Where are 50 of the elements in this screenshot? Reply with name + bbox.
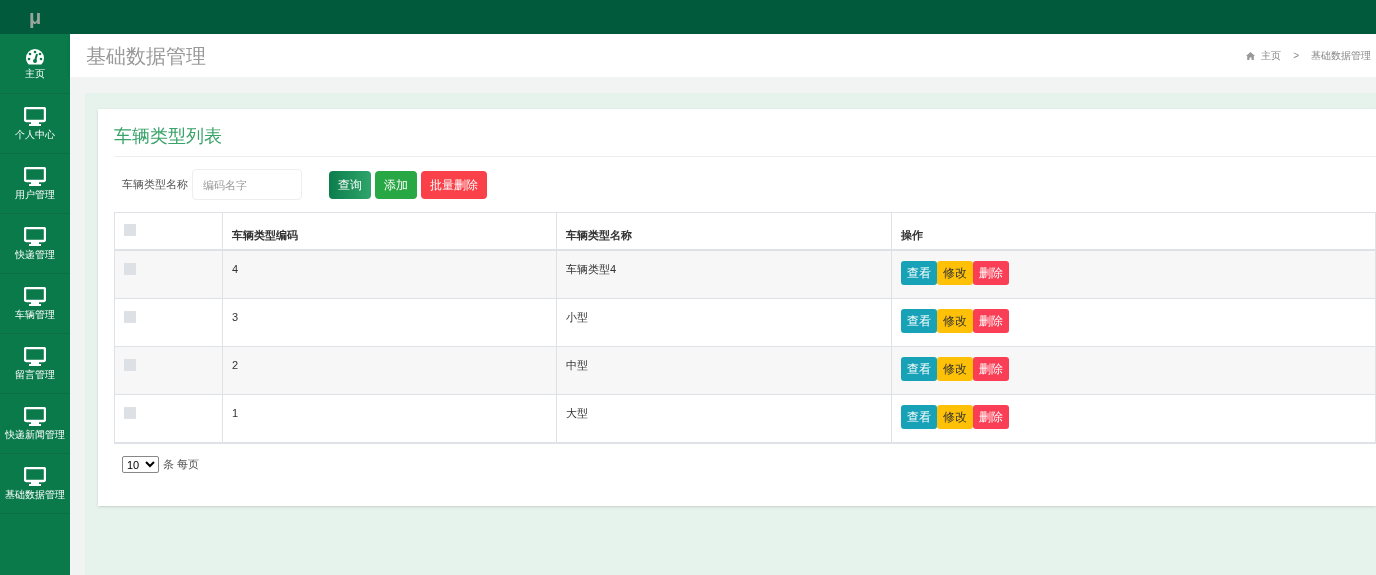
monitor-icon — [24, 107, 46, 127]
view-button[interactable]: 查看 — [901, 405, 937, 429]
add-button[interactable]: 添加 — [375, 170, 417, 199]
delete-button[interactable]: 删除 — [973, 261, 1009, 285]
search-field[interactable]: 编码名字 — [192, 169, 302, 200]
monitor-icon — [24, 227, 46, 247]
table-cell: 车辆类型4 — [566, 263, 617, 275]
checkbox[interactable] — [124, 359, 136, 371]
view-button[interactable]: 查看 — [901, 357, 937, 381]
card-title: 车辆类型列表 — [114, 126, 222, 146]
breadcrumb-link[interactable]: 主页 — [1261, 48, 1282, 63]
delete-button[interactable]: 删除 — [973, 309, 1009, 333]
checkbox[interactable] — [124, 407, 136, 419]
monitor-icon — [24, 347, 46, 367]
view-button[interactable]: 查看 — [901, 309, 937, 333]
table-cell: 大型 — [566, 407, 588, 419]
column-header: 操作 — [901, 229, 923, 241]
table-cell: 4 — [232, 263, 239, 275]
monitor-icon — [24, 167, 46, 187]
edit-button[interactable]: 修改 — [937, 405, 973, 429]
checkbox[interactable] — [124, 263, 136, 275]
breadcrumb-separator: > — [1293, 49, 1299, 63]
delete-button[interactable]: 批量删除 — [421, 170, 487, 199]
page-size-label: 条 每页 — [163, 457, 200, 473]
delete-button[interactable]: 删除 — [973, 405, 1009, 429]
edit-button[interactable]: 修改 — [937, 261, 973, 285]
table-cell: 小型 — [566, 311, 588, 323]
table-cell: 中型 — [566, 359, 588, 371]
query-button[interactable]: 查询 — [329, 170, 371, 199]
dashboard-icon — [25, 48, 45, 66]
view-button[interactable]: 查看 — [901, 261, 937, 285]
table-cell: 2 — [232, 359, 239, 371]
monitor-icon — [24, 467, 46, 487]
search-label: 车辆类型名称 — [122, 177, 188, 193]
column-header: 车辆类型编码 — [232, 229, 298, 241]
checkbox[interactable] — [124, 224, 136, 236]
edit-button[interactable]: 修改 — [937, 309, 973, 333]
column-header: 车辆类型名称 — [566, 229, 632, 241]
breadcrumb-current: 基础数据管理 — [1311, 49, 1371, 63]
checkbox[interactable] — [124, 311, 136, 323]
home-icon — [1246, 51, 1256, 60]
delete-button[interactable]: 删除 — [973, 357, 1009, 381]
monitor-icon — [24, 407, 46, 427]
edit-button[interactable]: 修改 — [937, 357, 973, 381]
logo: μ — [0, 0, 70, 34]
page-title: 基础数据管理 — [86, 43, 206, 69]
table-cell: 3 — [232, 311, 239, 323]
monitor-icon — [24, 287, 46, 307]
page-size-select[interactable]: 10 — [122, 456, 159, 473]
table-cell: 1 — [232, 407, 239, 419]
